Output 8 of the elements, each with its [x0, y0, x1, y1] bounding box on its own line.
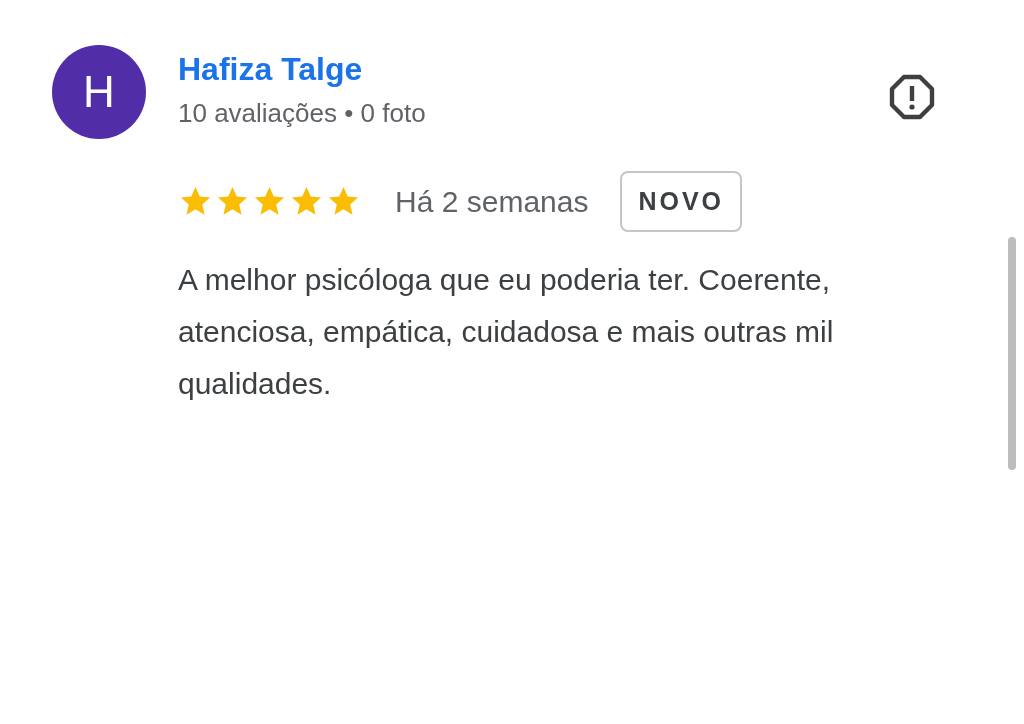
review-text: A melhor psicóloga que eu poderia ter. Coerente, atenciosa, empática, cuidadosa e mais outras mil qualidades. [178, 262, 835, 402]
author-name[interactable]: Hafiza Talge [178, 51, 426, 88]
new-badge: NOVO [620, 171, 743, 232]
author-stats: 10 avaliações • 0 foto [178, 98, 426, 129]
report-icon[interactable] [888, 73, 936, 121]
scrollbar[interactable] [1008, 237, 1016, 470]
avatar[interactable]: H [52, 45, 146, 139]
review-time: Há 2 semanas [395, 184, 589, 219]
